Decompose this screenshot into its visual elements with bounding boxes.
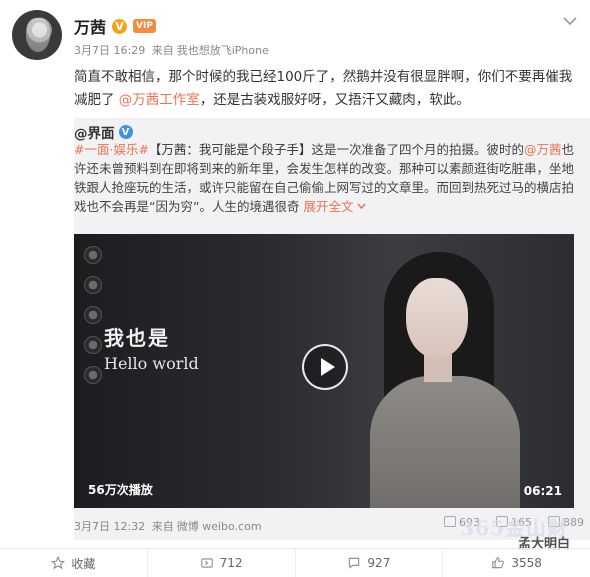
video-player[interactable]: 我也是 Hello world 56万次播放 06:21	[74, 234, 574, 508]
chevron-down-icon[interactable]	[357, 203, 366, 210]
post-source[interactable]: 我也想放飞iPhone	[177, 44, 269, 57]
chevron-down-icon[interactable]	[562, 16, 578, 26]
repost-text: #一面·娱乐#【万茜：我可能是个段子手】这是一次准备了四个月的拍摄。彼时的@万茜…	[74, 140, 584, 216]
repost-date: 3月7日	[74, 520, 110, 533]
expand-full-text-link[interactable]: 展开全文	[303, 199, 353, 214]
stage-light	[84, 276, 102, 294]
stage-light	[84, 306, 102, 324]
video-caption-en: Hello world	[104, 354, 199, 373]
repost-topic-tag[interactable]: #一面·娱乐#	[74, 142, 149, 157]
favorite-label: 收藏	[71, 556, 96, 571]
like-count: 3558	[511, 556, 542, 570]
video-thumbnail-person	[370, 248, 526, 508]
post-date: 3月7日	[74, 44, 110, 57]
repost-time: 12:32	[113, 520, 146, 533]
comment-button[interactable]: 927	[296, 549, 444, 577]
repost-author[interactable]: @界面	[74, 122, 115, 142]
repost-text-part-1: 这是一次准备了四个月的拍摄。彼时的	[311, 142, 524, 157]
repost-count: 712	[219, 556, 243, 570]
thumbs-up-icon	[492, 557, 505, 569]
author-name-row: 万茜 V VIP	[74, 14, 156, 38]
repost-icon	[200, 558, 213, 568]
repost-card[interactable]: @界面 V #一面·娱乐#【万茜：我可能是个段子手】这是一次准备了四个月的拍摄。…	[74, 118, 590, 540]
favorite-button[interactable]: 收藏	[0, 549, 148, 577]
author-avatar[interactable]	[12, 10, 62, 60]
comment-count: 927	[367, 556, 391, 570]
blue-verified-icon: V	[118, 125, 133, 139]
post-source-prefix: 来自	[151, 44, 174, 57]
stage-light	[84, 246, 102, 264]
play-icon[interactable]	[302, 344, 348, 390]
like-button[interactable]: 3558	[443, 549, 590, 577]
post-meta: 3月7日 16:29 来自 我也想放飞iPhone	[74, 42, 269, 58]
post-time: 16:29	[113, 44, 146, 57]
video-caption-cn: 我也是	[104, 326, 170, 350]
repost-icon	[444, 516, 456, 527]
post-text: 简直不敢相信，那个时候的我已经100斤了，然鹅并没有很显胖啊，你们不要再催我减肥…	[74, 66, 580, 112]
author-name[interactable]: 万茜	[74, 14, 106, 38]
comment-icon	[349, 557, 360, 569]
verified-badge-icon: V	[112, 18, 128, 34]
video-play-count: 56万次播放	[88, 483, 153, 497]
repost-source[interactable]: 微博 weibo.com	[177, 520, 262, 533]
repost-title: 【万茜：我可能是个段子手】	[148, 142, 312, 157]
repost-source-prefix: 来自	[151, 520, 174, 533]
star-icon	[51, 556, 66, 570]
stage-light	[84, 336, 102, 354]
post-mention-link[interactable]: @万茜工作室	[119, 92, 200, 108]
repost-header: @界面 V	[74, 122, 133, 142]
stage-light	[84, 366, 102, 384]
repost-mention-link[interactable]: @万茜	[524, 142, 562, 157]
vip-badge-icon: VIP	[133, 19, 156, 33]
action-bar: 收藏 712 927 3558	[0, 548, 590, 577]
repost-meta: 3月7日 12:32 来自 微博 weibo.com	[74, 518, 262, 534]
video-duration: 06:21	[523, 484, 562, 498]
post-text-part-2: ，还是古装戏服好呀，又捂汗又藏肉，软此。	[199, 92, 470, 108]
repost-button[interactable]: 712	[148, 549, 296, 577]
